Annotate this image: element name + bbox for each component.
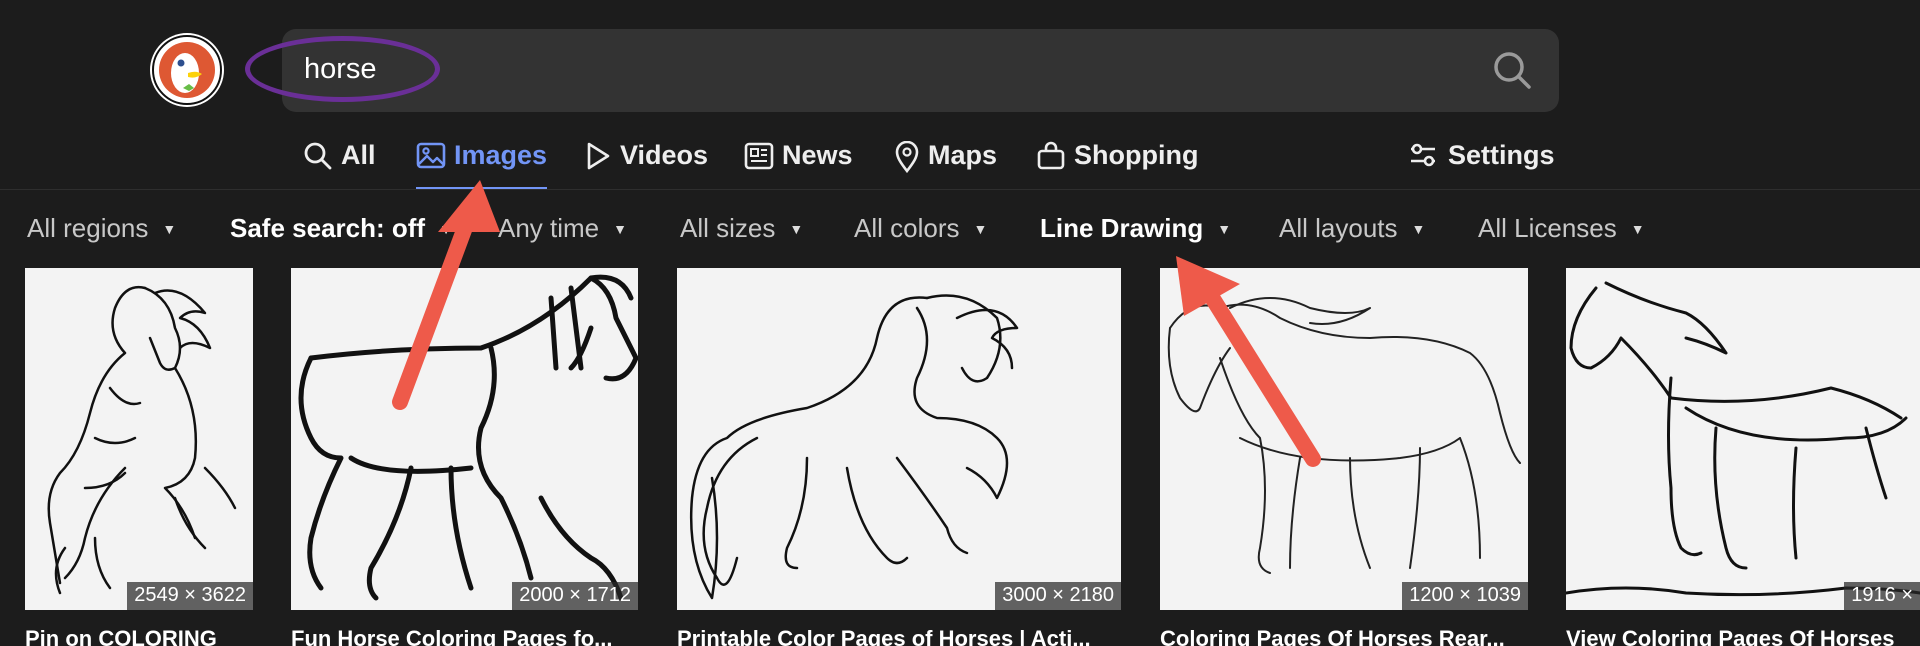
image-results: 2549 × 3622 Pin on COLORING 2000 × 1712 … — [0, 268, 1920, 646]
tab-label: News — [782, 140, 853, 170]
shopping-bag-icon — [1037, 141, 1065, 170]
horse-drawing — [47, 285, 237, 595]
image-icon — [416, 142, 446, 169]
filter-bar: All regions ▼ Safe search: off ▼ Any time ▼… — [0, 190, 1920, 260]
settings-button[interactable]: Settings — [1408, 128, 1555, 190]
image-dimensions: 2549 × 3622 — [127, 582, 253, 610]
result-thumbnail[interactable]: 2000 × 1712 — [291, 268, 638, 610]
filter-label: All colors — [854, 213, 960, 243]
settings-label: Settings — [1448, 140, 1555, 170]
filter-label: Line Drawing — [1040, 213, 1204, 243]
duckduckgo-logo[interactable] — [150, 33, 224, 107]
filter-label: All Licenses — [1478, 213, 1617, 243]
tab-label: Maps — [928, 140, 998, 170]
caret-down-icon: ▼ — [1411, 220, 1426, 237]
filter-license[interactable]: All Licenses ▼ — [1478, 213, 1645, 244]
header: horse All Images Videos News Maps Shoppi… — [0, 0, 1920, 190]
tab-news[interactable]: News — [744, 128, 853, 190]
tab-videos[interactable]: Videos — [584, 128, 708, 190]
result-thumbnail[interactable]: 1200 × 1039 — [1160, 268, 1528, 610]
search-icon — [304, 142, 332, 170]
result-caption[interactable]: Fun Horse Coloring Pages fo... — [291, 626, 638, 646]
image-dimensions: 1200 × 1039 — [1402, 582, 1528, 610]
filter-label: Safe search: off — [230, 213, 426, 243]
caret-down-icon: ▼ — [439, 220, 453, 237]
result-caption[interactable]: Coloring Pages Of Horses Rear... — [1160, 626, 1528, 646]
filter-size[interactable]: All sizes ▼ — [680, 213, 803, 244]
search-input[interactable]: horse — [304, 51, 377, 87]
caret-down-icon: ▼ — [1217, 220, 1232, 237]
caret-down-icon: ▼ — [162, 220, 177, 237]
result-thumbnail[interactable]: 3000 × 2180 — [677, 268, 1121, 610]
image-dimensions: 3000 × 2180 — [995, 582, 1121, 610]
tab-images[interactable]: Images — [416, 128, 548, 190]
newspaper-icon — [744, 142, 774, 170]
horse-drawing — [689, 294, 1019, 600]
horse-drawing — [1167, 297, 1521, 574]
tab-label: Images — [454, 140, 548, 170]
filter-label: Any time — [498, 213, 600, 243]
tab-label: Videos — [620, 140, 709, 170]
filter-time[interactable]: Any time ▼ — [498, 213, 627, 244]
search-icon[interactable] — [1491, 49, 1535, 93]
result-caption[interactable]: Pin on COLORING — [25, 626, 253, 646]
filter-type[interactable]: Line Drawing ▼ — [1040, 213, 1231, 244]
result-thumbnail[interactable]: 1916 × — [1566, 268, 1920, 610]
tab-label: All — [341, 140, 376, 170]
horse-drawing — [298, 274, 638, 601]
filter-layout[interactable]: All layouts ▼ — [1279, 213, 1425, 244]
map-pin-icon — [895, 141, 919, 173]
caret-down-icon: ▼ — [613, 220, 628, 237]
result-caption[interactable]: Printable Color Pages of Horses | Acti..… — [677, 626, 1121, 646]
filter-safe-search[interactable]: Safe search: off ▼ — [230, 213, 453, 244]
filter-label: All layouts — [1279, 213, 1398, 243]
filter-region[interactable]: All regions ▼ — [27, 213, 176, 244]
horse-drawing — [1566, 281, 1920, 597]
caret-down-icon: ▼ — [1630, 220, 1645, 237]
result-caption[interactable]: View Coloring Pages Of Horses — [1566, 626, 1920, 646]
play-icon — [587, 142, 610, 170]
search-box[interactable]: horse — [282, 29, 1559, 112]
filter-label: All regions — [27, 213, 149, 243]
tab-shopping[interactable]: Shopping — [1036, 128, 1198, 190]
image-dimensions: 2000 × 1712 — [512, 582, 638, 610]
filter-color[interactable]: All colors ▼ — [854, 213, 987, 244]
caret-down-icon: ▼ — [789, 220, 804, 237]
image-dimensions: 1916 × — [1844, 582, 1920, 610]
tab-all[interactable]: All — [303, 128, 376, 190]
caret-down-icon: ▼ — [973, 220, 988, 237]
tab-bar: All Images Videos News Maps Shopping Set… — [0, 128, 1920, 190]
result-thumbnail[interactable]: 2549 × 3622 — [25, 268, 253, 610]
sliders-icon — [1411, 143, 1435, 167]
tab-maps[interactable]: Maps — [894, 128, 997, 190]
tab-label: Shopping — [1074, 140, 1199, 170]
filter-label: All sizes — [680, 213, 776, 243]
